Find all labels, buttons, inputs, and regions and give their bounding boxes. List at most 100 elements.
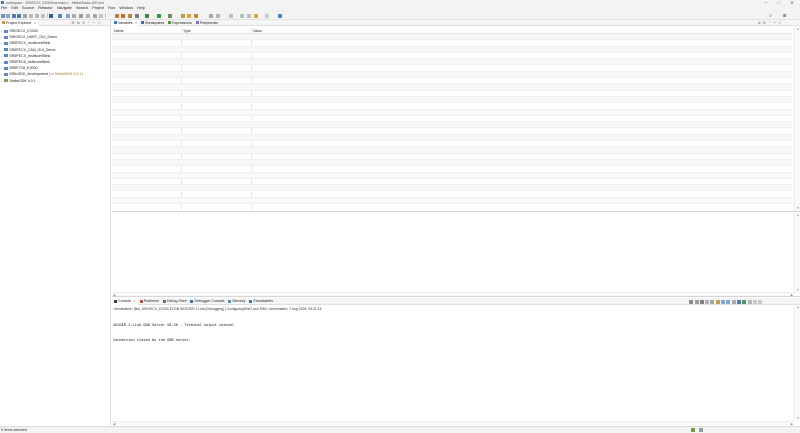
variables-vertical-scrollbar[interactable]: ▲ ▼ bbox=[794, 27, 800, 211]
clean-icon[interactable] bbox=[128, 13, 132, 18]
search-icon[interactable]: ⌕ bbox=[768, 13, 773, 18]
tab-expressions[interactable]: Expressions bbox=[166, 20, 194, 26]
clear-console-icon[interactable] bbox=[705, 300, 710, 304]
step-over-icon[interactable] bbox=[66, 13, 70, 18]
step-into-icon[interactable] bbox=[58, 13, 62, 18]
close-icon[interactable]: ✕ bbox=[135, 21, 138, 25]
save-all-icon[interactable] bbox=[17, 13, 21, 18]
filter-icon[interactable]: ⚲ bbox=[82, 21, 86, 25]
scroll-up-icon[interactable]: ▲ bbox=[795, 305, 800, 310]
perspective-debug-icon[interactable] bbox=[278, 13, 282, 18]
forward-icon[interactable] bbox=[247, 13, 251, 18]
menu-window[interactable]: Window bbox=[119, 6, 133, 10]
terminate-icon[interactable] bbox=[689, 300, 694, 304]
tab-debug-shell[interactable]: Debug Shell bbox=[161, 298, 189, 304]
scroll-left-icon[interactable]: ◀ bbox=[113, 293, 115, 297]
open-console-icon[interactable] bbox=[742, 300, 747, 304]
debug-icon[interactable] bbox=[145, 13, 149, 18]
next-annotation-icon[interactable] bbox=[229, 13, 233, 18]
console-output[interactable]: SEGGER J-Link GDB Server V8.56 - Termina… bbox=[113, 313, 234, 353]
tab-console[interactable]: Console ✕ bbox=[112, 297, 138, 305]
disconnect-icon[interactable] bbox=[86, 13, 90, 18]
back-icon[interactable] bbox=[240, 13, 244, 18]
undo-icon[interactable] bbox=[29, 13, 33, 18]
open-type-icon[interactable] bbox=[194, 13, 198, 18]
progress-icon[interactable] bbox=[691, 428, 695, 432]
console-vertical-scrollbar[interactable]: ▲ ▼ bbox=[794, 305, 800, 421]
details-vertical-scrollbar[interactable]: ▲ ▼ bbox=[794, 213, 800, 293]
suspend-icon[interactable] bbox=[93, 13, 97, 18]
remove-all-icon[interactable] bbox=[699, 300, 704, 304]
details-horizontal-scrollbar[interactable]: ◀ ▶ bbox=[112, 292, 794, 297]
menu-search[interactable]: Search bbox=[76, 6, 88, 10]
pin-icon[interactable] bbox=[254, 13, 258, 18]
maximize-view-icon[interactable]: □ bbox=[778, 21, 782, 25]
perspective-icon[interactable]: ⊞ bbox=[782, 13, 787, 18]
new-project-icon[interactable] bbox=[181, 13, 185, 18]
collapse-all-icon[interactable]: ⊟ bbox=[71, 21, 75, 25]
cut-icon[interactable] bbox=[41, 13, 45, 18]
tab-variables[interactable]: Variables ✕ bbox=[112, 19, 140, 26]
tab-memory[interactable]: Memory bbox=[226, 298, 247, 304]
close-icon[interactable]: ✕ bbox=[133, 299, 136, 303]
menu-navigate[interactable]: Navigate bbox=[57, 6, 72, 10]
scroll-down-icon[interactable]: ▼ bbox=[795, 288, 800, 293]
show-on-output-icon[interactable] bbox=[721, 300, 726, 304]
notifications-icon[interactable] bbox=[699, 428, 703, 432]
scroll-up-icon[interactable]: ▲ bbox=[795, 213, 800, 218]
terminal-icon[interactable] bbox=[49, 13, 53, 18]
menu-edit[interactable]: Edit bbox=[11, 6, 18, 10]
menu-file[interactable]: File bbox=[1, 6, 7, 10]
external-tools-icon[interactable] bbox=[168, 13, 172, 18]
annotation-icon[interactable] bbox=[216, 13, 220, 18]
tab-debugger-console[interactable]: Debugger Console bbox=[188, 298, 226, 304]
scroll-up-icon[interactable]: ▲ bbox=[795, 27, 800, 32]
view-menu-icon[interactable] bbox=[747, 300, 752, 304]
scroll-lock-icon[interactable] bbox=[710, 300, 715, 304]
new-icon[interactable] bbox=[1, 13, 5, 18]
tree-item[interactable]: › StellarSDK 4.0.1 bbox=[0, 78, 110, 84]
history-icon[interactable] bbox=[265, 13, 269, 18]
column-header-value[interactable]: Value bbox=[253, 29, 262, 33]
pin-console-icon[interactable] bbox=[731, 300, 736, 304]
maximize-view-icon[interactable] bbox=[758, 300, 763, 304]
show-type-names-icon[interactable]: ⇲ bbox=[757, 21, 761, 25]
view-menu-icon[interactable]: ⋮ bbox=[768, 21, 772, 25]
collapse-all-icon[interactable]: ⊟ bbox=[762, 21, 766, 25]
variable-details-pane[interactable]: ▲ ▼ ◀ ▶ bbox=[112, 213, 800, 297]
menu-run[interactable]: Run bbox=[108, 6, 115, 10]
search-toolbar-icon[interactable] bbox=[209, 13, 213, 18]
run-icon[interactable] bbox=[157, 13, 161, 18]
close-icon[interactable]: ✕ bbox=[34, 21, 37, 25]
minimize-view-icon[interactable] bbox=[752, 300, 757, 304]
column-header-name[interactable]: Name bbox=[114, 29, 124, 33]
step-return-icon[interactable] bbox=[72, 13, 76, 18]
column-header-type[interactable]: Type bbox=[183, 29, 191, 33]
stop-icon[interactable] bbox=[79, 13, 83, 18]
view-menu-icon[interactable]: ⋮ bbox=[87, 21, 91, 25]
open-folder-icon[interactable] bbox=[187, 13, 191, 18]
menu-refactor[interactable]: Refactor bbox=[38, 6, 52, 10]
tab-breakpoints[interactable]: Breakpoints bbox=[139, 20, 166, 26]
menu-help[interactable]: Help bbox=[137, 6, 145, 10]
redo-icon[interactable] bbox=[35, 13, 39, 18]
link-editor-icon[interactable]: ⇆ bbox=[76, 21, 80, 25]
target-icon[interactable] bbox=[135, 13, 139, 18]
console-horizontal-scrollbar[interactable]: ◀ ▶ bbox=[112, 421, 794, 426]
save-icon[interactable] bbox=[12, 13, 16, 18]
tab-executables[interactable]: Executables bbox=[247, 298, 275, 304]
scroll-down-icon[interactable]: ▼ bbox=[795, 416, 800, 421]
tab-peripherals[interactable]: Peripherals bbox=[194, 20, 220, 26]
show-on-error-icon[interactable] bbox=[726, 300, 731, 304]
maximize-view-icon[interactable]: □ bbox=[97, 21, 101, 25]
tab-problems[interactable]: Problems bbox=[138, 298, 161, 304]
new-dropdown-icon[interactable] bbox=[6, 13, 10, 18]
build-icon[interactable] bbox=[115, 13, 119, 18]
scroll-down-icon[interactable]: ▼ bbox=[795, 206, 800, 211]
scroll-right-icon[interactable]: ▶ bbox=[791, 293, 793, 297]
remove-launch-icon[interactable] bbox=[694, 300, 699, 304]
word-wrap-icon[interactable] bbox=[715, 300, 720, 304]
menu-project[interactable]: Project bbox=[92, 6, 104, 10]
scroll-right-icon[interactable]: ▶ bbox=[791, 422, 793, 426]
scroll-left-icon[interactable]: ◀ bbox=[113, 422, 115, 426]
